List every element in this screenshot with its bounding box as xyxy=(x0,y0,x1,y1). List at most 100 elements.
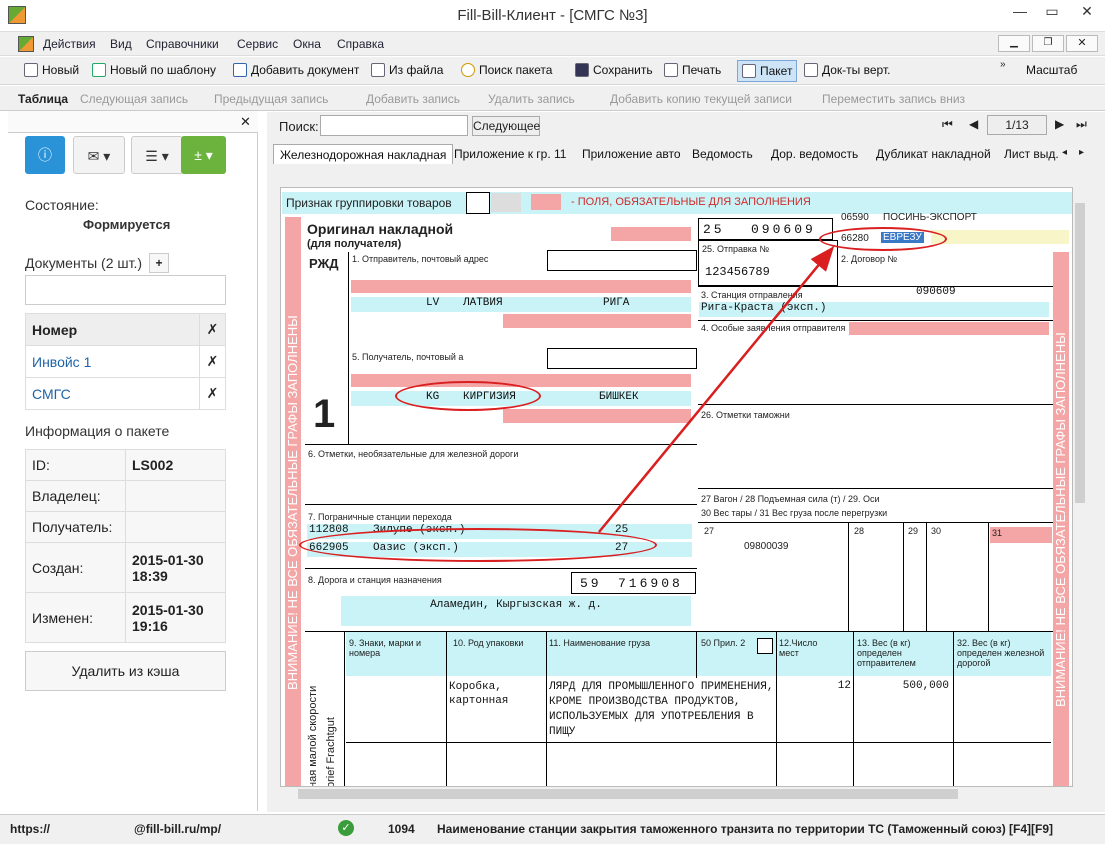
remove-all-icon[interactable]: ✗ xyxy=(199,313,226,346)
plus-minus-dropdown-button[interactable]: ± ▾ xyxy=(181,136,226,174)
first-page-icon[interactable]: ⏮ xyxy=(942,117,953,132)
new-button[interactable]: Новый xyxy=(24,63,79,77)
arrow-line xyxy=(598,246,834,533)
next-record-button[interactable]: Следующая запись xyxy=(80,92,188,106)
table-row[interactable]: СМГС ✗ xyxy=(25,377,226,410)
tab-duplicate-waybill[interactable]: Дубликат накладной xyxy=(870,144,997,164)
check-shield-icon: ✓ xyxy=(338,820,354,836)
tab-road-statement[interactable]: Дор. ведомость xyxy=(765,144,864,164)
table-row: Владелец: xyxy=(25,480,226,512)
find-next-button[interactable]: Следующее xyxy=(472,116,540,136)
tabs-scroll-right-icon[interactable]: ▸ xyxy=(1079,147,1084,158)
delete-from-cache-button[interactable]: Удалить из кэша xyxy=(25,651,226,691)
info-circle-icon: ⓘ xyxy=(38,147,52,163)
tab-issue-sheet[interactable]: Лист выд. г xyxy=(998,144,1060,164)
table-row: ID: LS002 xyxy=(25,449,226,481)
move-record-down-button[interactable]: Переместить запись вниз xyxy=(822,92,965,106)
documents-table: Номер ✗ Инвойс 1 ✗ СМГС ✗ xyxy=(25,313,226,410)
mdi-close-button[interactable]: ✕ xyxy=(1066,35,1098,52)
tab-appendix-auto[interactable]: Приложение авто xyxy=(576,144,687,164)
info-button[interactable]: ⓘ xyxy=(25,136,65,174)
left-panel: ✕ ⓘ ✉ ▾ ☰ ▾ ± ▾ Состояние: Формируется Д… xyxy=(8,111,258,811)
envelope-icon: ✉ ▾ xyxy=(87,148,111,164)
document-link-invoice[interactable]: Инвойс 1 xyxy=(25,345,200,378)
table-row: Создан: 2015-01-30 18:39 xyxy=(25,542,226,593)
left-panel-header: ✕ xyxy=(8,111,258,133)
floppy-disk-icon xyxy=(575,63,589,77)
new-from-template-button[interactable]: Новый по шаблону xyxy=(92,63,216,77)
tab-appendix-gr11[interactable]: Приложение к гр. 11 xyxy=(448,144,572,164)
add-document-plus-button[interactable]: + xyxy=(149,253,169,273)
documents-table-header: Номер ✗ xyxy=(25,313,226,346)
minimize-button[interactable]: — xyxy=(1005,0,1035,24)
search-icon xyxy=(461,63,475,77)
annotation-arrows xyxy=(598,246,835,533)
docs-vertical-button[interactable]: Док-ты верт. xyxy=(804,63,890,77)
menu-references[interactable]: Справочники xyxy=(146,37,219,51)
docs-vertical-icon xyxy=(804,63,818,77)
search-label: Поиск: xyxy=(279,119,319,134)
mdi-restore-button[interactable]: ❐ xyxy=(1032,35,1064,52)
prev-page-icon[interactable]: ◀ xyxy=(969,117,978,131)
menu-windows[interactable]: Окна xyxy=(293,37,321,51)
menu-actions[interactable]: Действия xyxy=(43,37,96,51)
title-bar: Fill-Bill-Клиент - [СМГС №3] — ▭ ✕ xyxy=(0,0,1105,32)
menu-view[interactable]: Вид xyxy=(110,37,132,51)
pack-icon xyxy=(742,64,756,78)
import-file-icon xyxy=(371,63,385,77)
close-panel-icon[interactable]: ✕ xyxy=(240,114,251,130)
last-page-icon[interactable]: ⏭ xyxy=(1076,117,1087,132)
storage-dropdown-button[interactable]: ☰ ▾ xyxy=(131,136,183,174)
vertical-scrollbar[interactable] xyxy=(1073,187,1087,787)
status-url-scheme: https:// xyxy=(10,822,50,836)
table-toolbar: Таблица Следующая запись Предыдущая запи… xyxy=(0,86,1105,111)
horizontal-scrollbar[interactable] xyxy=(280,787,1073,801)
plus-minus-icon: ± ▾ xyxy=(194,147,213,163)
search-pack-button[interactable]: Поиск пакета xyxy=(461,63,552,77)
remove-document-icon[interactable]: ✗ xyxy=(199,377,226,410)
table-row: Изменен: 2015-01-30 19:16 xyxy=(25,592,226,643)
menu-app-icon[interactable] xyxy=(18,36,34,52)
document-link-smgs[interactable]: СМГС xyxy=(25,377,200,410)
prev-record-button[interactable]: Предыдущая запись xyxy=(214,92,328,106)
menu-service[interactable]: Сервис xyxy=(237,37,278,51)
menu-help[interactable]: Справка xyxy=(337,37,384,51)
horizontal-scrollbar-thumb[interactable] xyxy=(298,789,958,799)
server-icon: ☰ ▾ xyxy=(145,148,169,164)
document-filter-input[interactable] xyxy=(25,275,226,305)
copy-record-button[interactable]: Добавить копию текущей записи xyxy=(610,92,792,106)
scale-label[interactable]: Масштаб xyxy=(1026,63,1077,77)
window-title: Fill-Bill-Клиент - [СМГС №3] xyxy=(457,7,648,24)
add-record-button[interactable]: Добавить запись xyxy=(366,92,460,106)
print-button[interactable]: Печать xyxy=(664,63,721,77)
tab-statement[interactable]: Ведомость xyxy=(686,144,759,164)
new-document-icon xyxy=(24,63,38,77)
document-area: Поиск: Следующее ⏮ ◀ 1/13 ▶ ⏭ Железнодор… xyxy=(267,112,1105,812)
from-file-button[interactable]: Из файла xyxy=(371,63,443,77)
mdi-minimize-button[interactable]: ▁ xyxy=(998,35,1030,52)
search-input[interactable] xyxy=(320,115,468,136)
add-document-button[interactable]: Добавить документ xyxy=(233,63,359,77)
table-row[interactable]: Инвойс 1 ✗ xyxy=(25,345,226,378)
tabs-scroll-left-icon[interactable]: ◂ xyxy=(1062,147,1067,158)
package-info-table: ID: LS002 Владелец: Получатель: Создан: 20… xyxy=(25,449,226,643)
toolbar-overflow-icon[interactable]: » xyxy=(1000,59,1006,70)
menu-bar: Действия Вид Справочники Сервис Окна Спр… xyxy=(0,32,1105,56)
number-column-header: Номер xyxy=(25,313,200,346)
vertical-scrollbar-thumb[interactable] xyxy=(1075,203,1085,503)
close-button[interactable]: ✕ xyxy=(1069,0,1105,24)
next-page-icon[interactable]: ▶ xyxy=(1055,117,1064,131)
package-info-label: Информация о пакете xyxy=(25,423,170,439)
page-indicator[interactable]: 1/13 xyxy=(987,115,1047,135)
delete-record-button[interactable]: Удалить запись xyxy=(488,92,575,106)
save-button[interactable]: Сохранить xyxy=(575,63,653,77)
maximize-button[interactable]: ▭ xyxy=(1037,0,1067,24)
waybill-form: Признак группировки товаров - ПОЛЯ, ОБЯЗ… xyxy=(280,187,1073,787)
state-label: Состояние: xyxy=(25,197,99,213)
status-message: Наименование станции закрытия таможенног… xyxy=(437,822,1054,836)
remove-document-icon[interactable]: ✗ xyxy=(199,345,226,378)
pack-toggle-button[interactable]: Пакет xyxy=(737,60,798,82)
documents-label: Документы (2 шт.) xyxy=(25,255,143,271)
tab-waybill[interactable]: Железнодорожная накладная xyxy=(273,144,454,164)
mail-dropdown-button[interactable]: ✉ ▾ xyxy=(73,136,125,174)
